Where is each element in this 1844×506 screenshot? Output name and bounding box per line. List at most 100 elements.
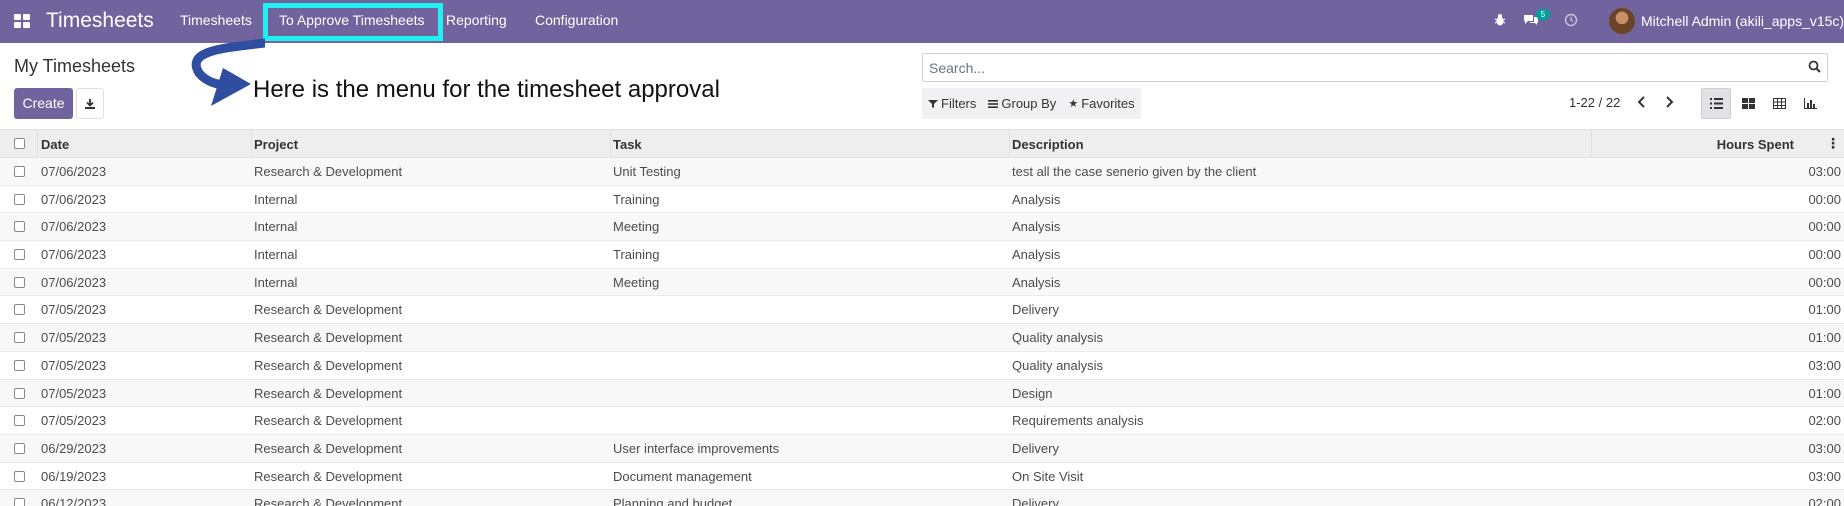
- row-checkbox[interactable]: [14, 304, 25, 316]
- header-date[interactable]: Date: [41, 137, 69, 152]
- table-row[interactable]: 06/12/2023 Research & Development Planning…: [0, 490, 1844, 506]
- cell-date: 07/06/2023: [41, 191, 107, 207]
- table-row[interactable]: 07/06/2023 Internal Meeting Analysis 00:00: [0, 213, 1844, 242]
- table-row[interactable]: 07/05/2023 Research & Development Design 01…: [0, 379, 1844, 408]
- table-row[interactable]: 07/06/2023 Internal Training Analysis 00:00: [0, 186, 1844, 214]
- cell-description: Design: [1012, 385, 1053, 401]
- search-icon[interactable]: [1808, 60, 1821, 73]
- row-checkbox[interactable]: [14, 415, 25, 427]
- list-view-button[interactable]: [1701, 88, 1731, 119]
- create-button[interactable]: Create: [14, 88, 73, 119]
- table-row[interactable]: 07/05/2023 Research & Development Quality …: [0, 324, 1844, 352]
- cell-task: Planning and budget: [613, 496, 733, 506]
- cell-description: On Site Visit: [1012, 468, 1084, 484]
- cell-description: Requirements analysis: [1012, 413, 1144, 429]
- user-menu-name[interactable]: Mitchell Admin (akili_apps_v15c): [1641, 13, 1844, 29]
- cell-description: Analysis: [1012, 219, 1061, 235]
- column-divider: [251, 130, 252, 158]
- cell-description: Quality analysis: [1012, 357, 1104, 373]
- menu-configuration[interactable]: Configuration: [535, 12, 618, 28]
- search-input[interactable]: [929, 60, 1789, 76]
- cell-project: Research & Development: [254, 302, 403, 318]
- user-avatar[interactable]: [1609, 8, 1635, 34]
- row-checkbox[interactable]: [14, 193, 25, 205]
- cell-hours-spent: 01:00: [1808, 302, 1841, 318]
- cell-hours-spent: 00:00: [1808, 219, 1841, 235]
- table-row[interactable]: 07/06/2023 Research & Development Unit Tes…: [0, 158, 1844, 186]
- cell-hours-spent: 01:00: [1808, 385, 1841, 401]
- row-checkbox[interactable]: [14, 249, 25, 261]
- graph-view-button[interactable]: [1795, 88, 1825, 119]
- cell-date: 07/05/2023: [41, 330, 107, 346]
- optional-columns-kebab-icon[interactable]: ⋮: [1826, 135, 1840, 152]
- cell-date: 07/05/2023: [41, 302, 107, 318]
- cell-hours-spent: 00:00: [1808, 274, 1841, 290]
- bar-chart-icon: [1803, 98, 1817, 109]
- group-by-label: Group By: [1001, 96, 1057, 111]
- activity-clock-icon[interactable]: [1564, 13, 1578, 30]
- download-button[interactable]: [76, 88, 104, 119]
- kanban-view-button[interactable]: [1733, 88, 1763, 119]
- cell-date: 07/06/2023: [41, 247, 107, 263]
- apps-menu-icon[interactable]: [14, 14, 30, 28]
- row-checkbox[interactable]: [14, 470, 25, 482]
- table-header: Date Project Task Description Hours Spen…: [0, 129, 1844, 158]
- header-task[interactable]: Task: [613, 137, 642, 152]
- favorites-label: Favorites: [1081, 96, 1135, 111]
- column-divider: [37, 130, 38, 158]
- cell-hours-spent: 02:00: [1808, 413, 1841, 429]
- filters-dropdown[interactable]: Filters: [928, 96, 976, 111]
- app-title[interactable]: Timesheets: [46, 9, 154, 33]
- cell-project: Internal: [254, 274, 298, 290]
- table-row[interactable]: 07/05/2023 Research & Development Quality …: [0, 352, 1844, 380]
- header-hours-spent[interactable]: Hours Spent: [1717, 137, 1794, 152]
- annotation-label: Here is the menu for the timesheet appro…: [253, 76, 720, 103]
- table-row[interactable]: 06/19/2023 Research & Development Document…: [0, 463, 1844, 491]
- table-row[interactable]: 06/29/2023 Research & Development User int…: [0, 434, 1844, 463]
- row-checkbox[interactable]: [14, 276, 25, 288]
- cell-project: Research & Development: [254, 440, 403, 456]
- row-checkbox[interactable]: [14, 359, 25, 371]
- search-bar[interactable]: [922, 53, 1828, 82]
- cell-project: Internal: [254, 191, 298, 207]
- cell-hours-spent: 03:00: [1808, 357, 1841, 373]
- table-row[interactable]: 07/06/2023 Internal Training Analysis 00:00: [0, 241, 1844, 269]
- search-options-bar: Filters Group By ★ Favorites: [922, 88, 1141, 119]
- select-all-checkbox[interactable]: [14, 138, 25, 149]
- row-checkbox[interactable]: [14, 166, 25, 177]
- cell-description: Delivery: [1012, 496, 1059, 506]
- cell-date: 07/05/2023: [41, 413, 107, 429]
- filters-label: Filters: [941, 96, 977, 111]
- menu-timesheets[interactable]: Timesheets: [180, 12, 252, 28]
- row-checkbox[interactable]: [14, 387, 25, 399]
- grid-view-button[interactable]: [1764, 88, 1794, 119]
- row-checkbox[interactable]: [14, 332, 25, 344]
- table-row[interactable]: 07/06/2023 Internal Meeting Analysis 00:00: [0, 268, 1844, 297]
- table-row[interactable]: 07/05/2023 Research & Development Requirem…: [0, 407, 1844, 435]
- cell-task: User interface improvements: [613, 440, 780, 456]
- cell-project: Research & Development: [254, 385, 403, 401]
- cell-hours-spent: 02:00: [1808, 496, 1841, 506]
- pager-previous-icon[interactable]: [1637, 95, 1647, 109]
- page-title[interactable]: My Timesheets: [14, 56, 135, 77]
- cell-hours-spent: 03:00: [1808, 468, 1841, 484]
- header-project[interactable]: Project: [254, 137, 298, 152]
- group-by-dropdown[interactable]: Group By: [988, 96, 1056, 111]
- cell-hours-spent: 03:00: [1808, 440, 1841, 456]
- table-row[interactable]: 07/05/2023 Research & Development Delivery…: [0, 296, 1844, 325]
- header-description[interactable]: Description: [1012, 137, 1084, 152]
- menu-reporting[interactable]: Reporting: [446, 12, 507, 28]
- cell-date: 07/06/2023: [41, 274, 107, 290]
- row-checkbox[interactable]: [14, 498, 25, 506]
- cell-project: Internal: [254, 219, 298, 235]
- cell-date: 07/05/2023: [41, 385, 107, 401]
- favorites-dropdown[interactable]: ★ Favorites: [1068, 96, 1134, 111]
- list-view-icon: [1709, 98, 1723, 109]
- row-checkbox[interactable]: [14, 221, 25, 233]
- favorites-star-icon: ★: [1068, 98, 1079, 110]
- pager-value[interactable]: 1-22 / 22: [1569, 95, 1620, 110]
- cell-description: Delivery: [1012, 440, 1059, 456]
- row-checkbox[interactable]: [14, 442, 25, 454]
- debug-bug-icon[interactable]: [1493, 13, 1507, 30]
- pager-next-icon[interactable]: [1664, 95, 1674, 109]
